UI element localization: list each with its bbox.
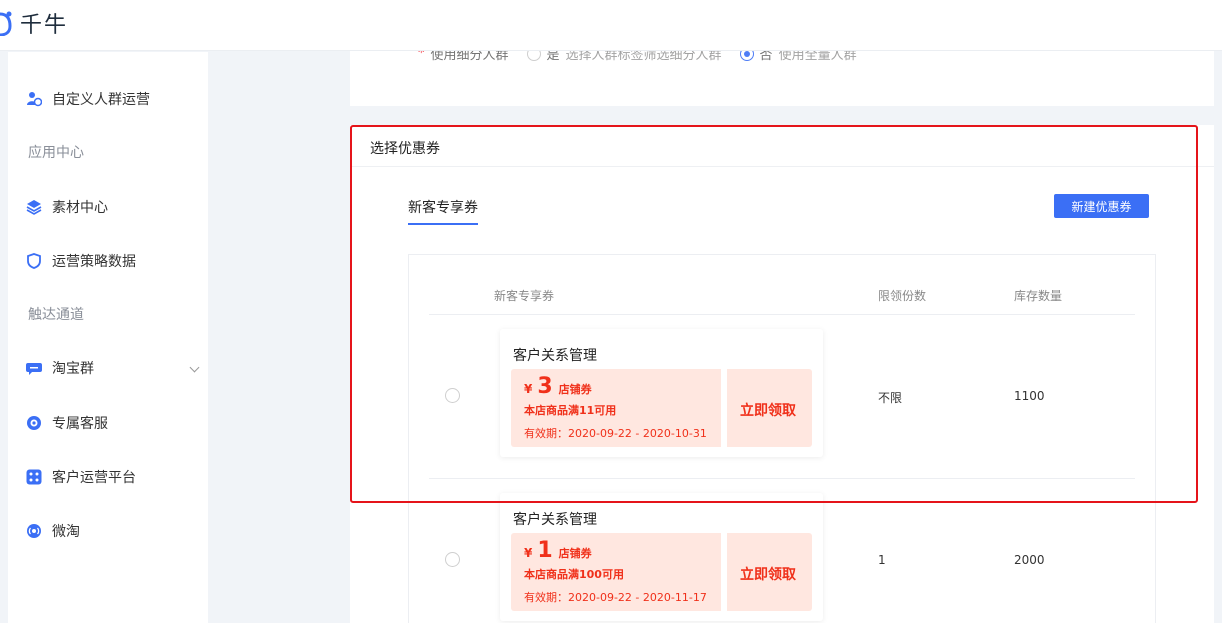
stock-value: 2000 (1014, 553, 1045, 567)
panel-title: 选择优惠券 (370, 141, 440, 157)
coupon-card[interactable]: 客户关系管理 ¥ 3 店铺券 本店商品满11可用 有效期：2020-09-22 … (500, 329, 823, 457)
coupon-validity: 有效期：2020-09-22 - 2020-11-17 (524, 591, 707, 604)
platform-icon (26, 469, 42, 485)
chat-icon (26, 363, 42, 375)
currency-symbol: ¥ (524, 382, 533, 396)
coupon-amount: ¥ 1 店铺券 (524, 538, 592, 563)
sidebar: 自定义人群运营 应用中心 素材中心 运营策略数据 触达通道 淘宝群 专属客服 客… (8, 52, 208, 623)
coupon-type: 店铺券 (558, 547, 592, 560)
sidebar-item-custom-crowd[interactable]: 自定义人群运营 (26, 88, 150, 110)
scrollbar[interactable] (1216, 51, 1222, 623)
column-header-stock: 库存数量 (1014, 289, 1063, 303)
coupon-condition: 本店商品满11可用 (524, 404, 617, 417)
stock-value: 1100 (1014, 389, 1045, 403)
sidebar-item-label: 淘宝群 (52, 361, 94, 377)
sidebar-item-label: 客户运营平台 (52, 470, 136, 486)
sidebar-item-customer-platform[interactable]: 客户运营平台 (26, 466, 136, 488)
new-coupon-button[interactable]: 新建优惠券 (1054, 194, 1149, 218)
coupon-condition: 本店商品满100可用 (524, 568, 624, 581)
sidebar-item-label: 专属客服 (52, 416, 108, 432)
divider (429, 478, 1135, 479)
row-select-radio[interactable] (445, 388, 460, 403)
column-header-limit: 限领份数 (878, 289, 927, 303)
app-name: 千牛 (20, 13, 69, 38)
coupon-separator (721, 533, 727, 611)
chevron-down-icon[interactable] (189, 362, 200, 373)
layers-icon (26, 200, 42, 215)
coupon-type: 店铺券 (558, 383, 592, 396)
sidebar-item-taobao-group[interactable]: 淘宝群 (26, 357, 94, 379)
sidebar-item-material-center[interactable]: 素材中心 (26, 196, 108, 218)
coupon-card[interactable]: 客户关系管理 ¥ 1 店铺券 本店商品满100可用 有效期：2020-09-22… (500, 493, 823, 621)
sidebar-item-label: 微淘 (52, 524, 80, 540)
claim-button[interactable]: 立即领取 (740, 400, 796, 420)
divider (429, 314, 1135, 315)
coupon-amount: ¥ 3 店铺券 (524, 374, 592, 399)
sidebar-section-app-center: 应用中心 (28, 145, 84, 161)
service-icon (27, 416, 41, 430)
coupon-value: 1 (537, 538, 553, 563)
divider (350, 166, 1214, 167)
coupon-shop-name: 客户关系管理 (513, 512, 597, 528)
logo-icon (0, 11, 12, 36)
sidebar-item-label: 运营策略数据 (52, 254, 136, 270)
tab-new-customer-coupon[interactable]: 新客专享券 (408, 197, 478, 225)
shield-icon (27, 253, 41, 269)
coupon-body: ¥ 3 店铺券 本店商品满11可用 有效期：2020-09-22 - 2020-… (511, 369, 812, 447)
coupon-shop-name: 客户关系管理 (513, 348, 597, 364)
coupon-value: 3 (537, 374, 553, 399)
sidebar-item-weitao[interactable]: 微淘 (26, 520, 80, 542)
currency-symbol: ¥ (524, 546, 533, 560)
column-header-coupon: 新客专享券 (494, 289, 555, 303)
top-bar: 千牛 (0, 0, 1222, 51)
claim-button[interactable]: 立即领取 (740, 564, 796, 584)
sidebar-item-strategy-data[interactable]: 运营策略数据 (26, 250, 136, 272)
logo[interactable]: 千牛 (0, 8, 68, 38)
coupon-table: 新客专享券 限领份数 库存数量 客户关系管理 ¥ 3 店铺券 本店商品满11可用… (408, 254, 1156, 623)
people-icon (27, 92, 42, 107)
coupon-body: ¥ 1 店铺券 本店商品满100可用 有效期：2020-09-22 - 2020… (511, 533, 812, 611)
coupon-panel: 选择优惠券 新客专享券 新建优惠券 新客专享券 限领份数 库存数量 客户关系管理… (350, 125, 1214, 623)
broadcast-icon (27, 524, 41, 538)
coupon-separator (721, 369, 727, 447)
sidebar-item-label: 素材中心 (52, 200, 108, 216)
limit-value: 1 (878, 553, 886, 567)
limit-value: 不限 (878, 391, 903, 405)
coupon-validity: 有效期：2020-09-22 - 2020-10-31 (524, 427, 707, 440)
row-select-radio[interactable] (445, 552, 460, 567)
sidebar-item-label: 自定义人群运营 (52, 92, 150, 108)
sidebar-section-touch-channel: 触达通道 (28, 307, 84, 323)
sidebar-item-exclusive-service[interactable]: 专属客服 (26, 412, 108, 434)
